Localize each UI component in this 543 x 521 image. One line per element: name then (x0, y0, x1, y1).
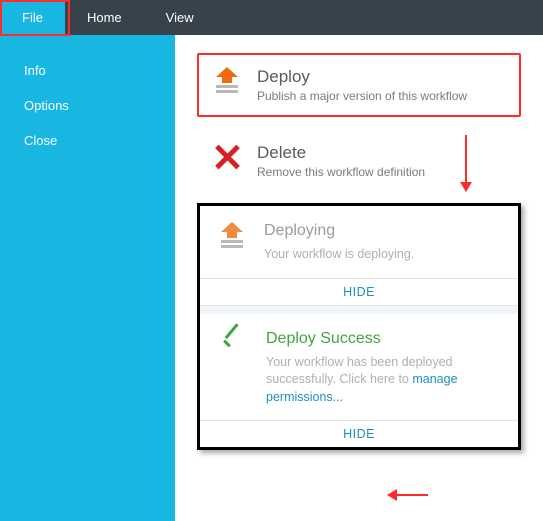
x-icon (213, 143, 241, 171)
hide-button-success[interactable]: HIDE (200, 420, 518, 447)
success-desc: Your workflow has been deployed successf… (266, 354, 496, 407)
deploy-action[interactable]: Deploy Publish a major version of this w… (197, 53, 521, 117)
main-area: Info Options Close Deploy Publish a majo… (0, 35, 543, 521)
deploying-desc: Your workflow is deploying. (264, 246, 414, 264)
delete-subtitle: Remove this workflow definition (257, 165, 425, 179)
success-panel: Deploy Success Your workflow has been de… (200, 314, 518, 421)
tab-view[interactable]: View (144, 0, 216, 35)
hide-button-deploying[interactable]: HIDE (200, 278, 518, 306)
sidebar-item-close[interactable]: Close (0, 123, 175, 158)
deploy-title: Deploy (257, 67, 467, 87)
status-box: Deploying Your workflow is deploying. HI… (197, 203, 521, 450)
upload-icon (213, 67, 241, 93)
success-title: Deploy Success (266, 330, 496, 348)
deploying-title: Deploying (264, 222, 414, 240)
deploying-panel: Deploying Your workflow is deploying. (200, 206, 518, 278)
deploy-subtitle: Publish a major version of this workflow (257, 89, 467, 103)
annotation-arrow-down (465, 135, 467, 191)
delete-title: Delete (257, 143, 425, 163)
tab-home[interactable]: Home (65, 0, 144, 35)
sidebar: Info Options Close (0, 35, 175, 521)
content-pane: Deploy Publish a major version of this w… (175, 35, 543, 521)
upload-icon (218, 222, 246, 264)
panel-divider (200, 306, 518, 314)
check-icon (218, 330, 248, 360)
tab-file[interactable]: File (0, 0, 65, 35)
annotation-arrow-left (388, 494, 428, 496)
sidebar-item-info[interactable]: Info (0, 53, 175, 88)
sidebar-item-options[interactable]: Options (0, 88, 175, 123)
delete-action[interactable]: Delete Remove this workflow definition (197, 131, 521, 191)
top-menu-bar: File Home View (0, 0, 543, 35)
